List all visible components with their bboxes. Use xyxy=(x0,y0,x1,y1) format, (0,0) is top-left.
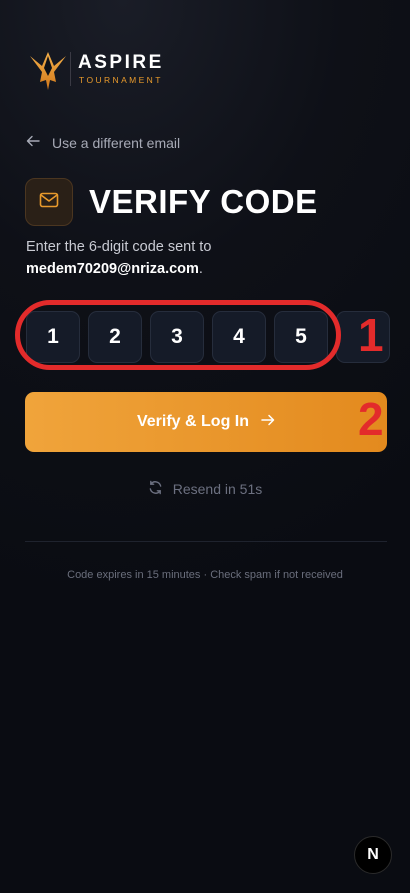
brand-subtitle: TOURNAMENT xyxy=(79,75,163,85)
page-title: VERIFY CODE xyxy=(89,183,318,220)
resend-timer: Resend in 51s xyxy=(0,480,410,498)
expiry-note: Code expires in 15 minutes · Check spam … xyxy=(67,569,343,581)
email-line: medem70209@nriza.com. xyxy=(26,258,203,280)
back-link-label: Use a different email xyxy=(52,134,181,151)
arrow-left-icon xyxy=(26,134,40,151)
refresh-icon xyxy=(148,480,163,498)
arrow-right-icon xyxy=(261,413,275,432)
use-different-email-link[interactable]: Use a different email xyxy=(26,134,180,151)
email-address: medem70209@nriza.com xyxy=(26,261,199,277)
brand-divider xyxy=(70,52,71,86)
brand-name: ASPIRE xyxy=(78,52,164,73)
dev-tools-badge[interactable]: N xyxy=(354,836,392,874)
verify-button-label: Verify & Log In xyxy=(136,413,249,430)
divider xyxy=(25,541,387,542)
resend-label: Resend in 51s xyxy=(172,481,263,497)
mail-icon-box xyxy=(25,178,73,226)
verify-login-button[interactable]: Verify & Log In xyxy=(25,392,387,452)
annotation-ring xyxy=(15,300,341,370)
email-suffix: . xyxy=(198,261,203,277)
annotation-number-2: 2 xyxy=(358,393,384,445)
mail-icon xyxy=(39,192,59,213)
aspire-logo xyxy=(26,46,70,94)
annotation-number-1: 1 xyxy=(358,309,384,361)
instruction-text: Enter the 6-digit code sent to xyxy=(26,239,212,255)
